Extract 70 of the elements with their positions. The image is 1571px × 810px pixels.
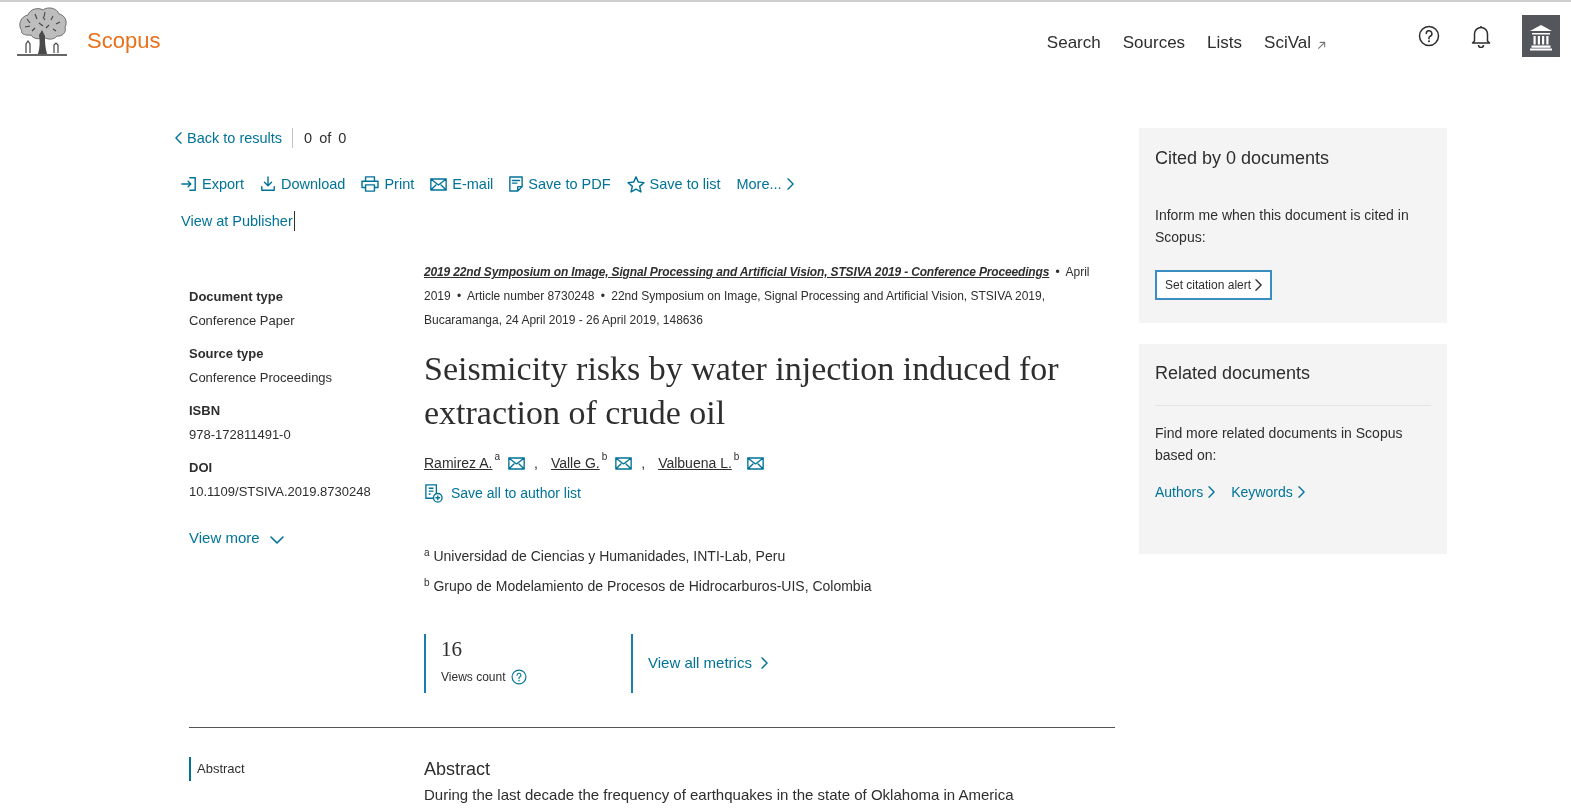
- metadata-value: Conference Paper: [189, 312, 296, 330]
- chevron-right-icon: [1208, 486, 1216, 498]
- chevron-down-icon: [269, 535, 284, 544]
- download-link[interactable]: Download: [259, 174, 346, 194]
- list-plus-icon: [424, 483, 443, 503]
- related-by-link[interactable]: Authors: [1155, 481, 1216, 503]
- section-nav-item[interactable]: Abstract: [189, 756, 245, 781]
- source-info: 2019 22nd Symposium on Image, Signal Processing and Artificial Vision, STSIVA 2019 - Conference Proceedings • April 2019 • Article number 8730248 • 22nd Symposium on Image, Signal Processing and Artificial Vision, STSIVA 2019, Bucaramanga, 24 April 2019 - 26 April 2019, 148636: [424, 264, 1091, 329]
- more-link[interactable]: More...: [736, 174, 794, 194]
- view-all-metrics-link[interactable]: View all metrics: [648, 652, 768, 674]
- metadata-value: 10.1109/STSIVA.2019.8730248: [189, 483, 372, 501]
- help-icon[interactable]: [1418, 25, 1440, 47]
- author-link[interactable]: Valbuena L.$^{b}$: [658, 451, 740, 475]
- print-link[interactable]: Print: [361, 174, 415, 194]
- star-icon: [626, 175, 645, 193]
- abstract-heading: Abstract: [424, 757, 492, 781]
- views-count-label: Views count: [441, 668, 506, 686]
- author-separator: ,: [534, 454, 538, 473]
- arrow-up-right-icon: [1317, 41, 1326, 50]
- chevron-right-icon: [1297, 486, 1305, 498]
- source-title-link[interactable]: 2019 22nd Symposium on Image, Signal Processing and Artificial Vision, STSIVA 2019 - Conference Proceedings: [424, 265, 1050, 279]
- export-link[interactable]: Export: [181, 174, 244, 194]
- related-documents-heading: Related documents: [1155, 362, 1312, 385]
- email-link[interactable]: E-mail: [430, 174, 494, 194]
- arrow-into-bracket-icon: [181, 176, 197, 192]
- save-to-pdf-link[interactable]: Save to PDF: [509, 174, 611, 194]
- metadata-label: ISBN: [189, 402, 222, 420]
- download-icon: [259, 176, 276, 192]
- metadata-value: Conference Proceedings: [189, 369, 334, 387]
- nav-link[interactable]: Search: [1046, 32, 1101, 54]
- views-count-value: 16: [441, 636, 463, 661]
- nav-link[interactable]: Lists: [1207, 32, 1243, 54]
- envelope-icon: [430, 177, 448, 191]
- chevron-left-icon: [175, 132, 182, 144]
- printer-icon: [361, 176, 380, 192]
- chevron-right-icon: [786, 178, 794, 190]
- save-to-author-list-link[interactable]: Save all to author list: [424, 481, 581, 505]
- author-link[interactable]: Ramirez A.$^{a}$: [424, 451, 501, 475]
- set-citation-alert-button[interactable]: Set citation alert: [1155, 270, 1273, 300]
- affiliation-text: $^{a}$ Universidad de Ciencias y Humanidades, INTI-Lab, Peru: [424, 545, 787, 566]
- envelope-icon[interactable]: [615, 456, 633, 470]
- envelope-icon[interactable]: [508, 456, 526, 470]
- back-to-results-link[interactable]: Back to results: [175, 128, 283, 148]
- metadata-value: 978-172811491-0: [189, 426, 292, 444]
- related-documents-text: Find more related documents in Scopus based on:: [1155, 424, 1404, 465]
- metadata-label: Source type: [189, 345, 265, 363]
- citation-alert-text: Inform me when this document is cited in Scopus:: [1155, 206, 1410, 247]
- brand-name[interactable]: Scopus: [87, 28, 161, 54]
- document-icon: [509, 176, 524, 192]
- chevron-right-icon: [760, 657, 768, 669]
- result-position-text: 0 of 0: [292, 128, 347, 148]
- document-title: Seismicity risks by water injection induced for extraction of crude oil: [424, 349, 1060, 433]
- view-more-link[interactable]: View more: [189, 527, 284, 549]
- related-by-link[interactable]: Keywords: [1231, 481, 1305, 503]
- metadata-label: Document type: [189, 288, 284, 306]
- building-icon[interactable]: [1522, 15, 1560, 57]
- abstract-text: During the last decade the frequency of earthquakes in the state of Oklahoma in America: [424, 785, 1015, 804]
- author-separator: ,: [641, 454, 646, 473]
- affiliation-text: $^{b}$ Grupo de Modelamiento de Procesos de Hidrocarburos-UIS, Colombia: [424, 575, 873, 596]
- nav-link[interactable]: Sources: [1122, 32, 1186, 54]
- tree-logo-icon[interactable]: [15, 5, 69, 57]
- nav-link[interactable]: SciVal: [1264, 32, 1326, 54]
- author-link[interactable]: Valle G.$^{b}$: [550, 451, 608, 475]
- metadata-label: DOI: [189, 459, 214, 477]
- view-at-publisher-link[interactable]: View at Publisher: [181, 211, 295, 231]
- cited-by-heading: Cited by 0 documents: [1155, 147, 1331, 170]
- envelope-icon[interactable]: [747, 456, 765, 470]
- save-to-list-link[interactable]: Save to list: [626, 174, 721, 194]
- bell-icon[interactable]: [1470, 24, 1492, 48]
- chevron-right-icon: [1255, 279, 1263, 291]
